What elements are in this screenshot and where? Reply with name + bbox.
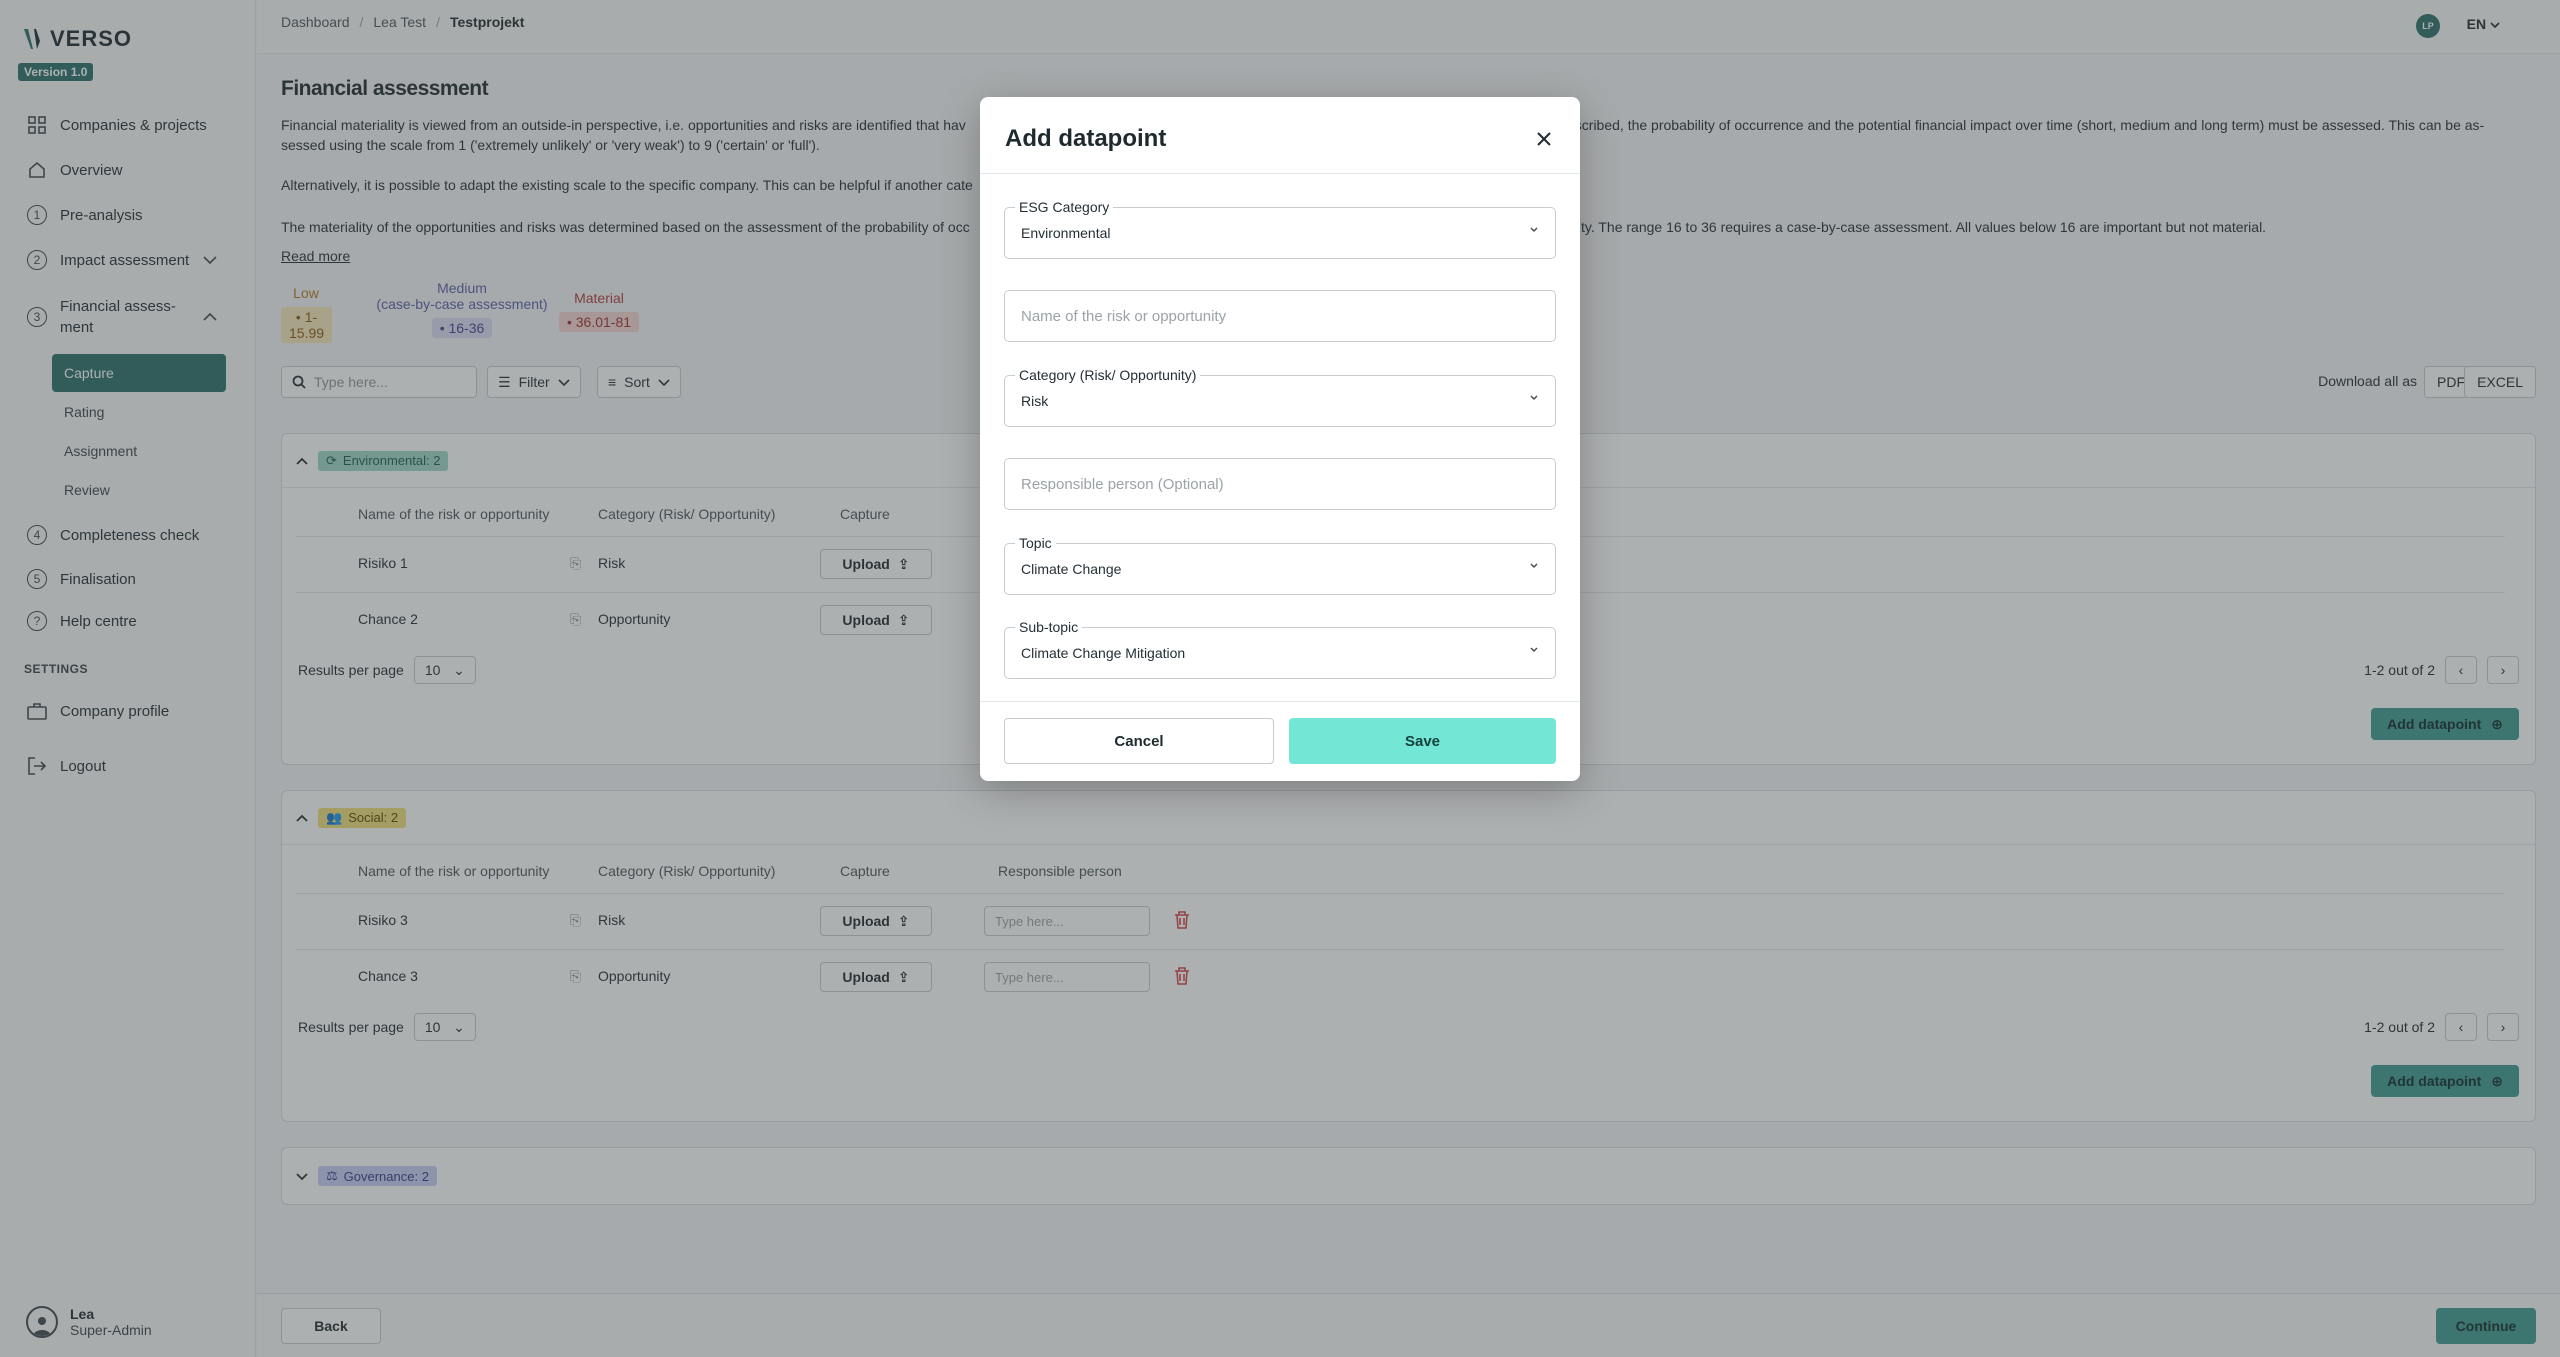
save-button[interactable]: Save (1289, 718, 1556, 764)
chevron-down-icon (1530, 395, 1538, 400)
chevron-down-icon (1530, 227, 1538, 232)
subtopic-select[interactable]: Sub-topic Climate Change Mitigation (1004, 619, 1556, 679)
chevron-down-icon (1530, 647, 1538, 652)
divider (980, 173, 1580, 174)
divider (980, 701, 1580, 702)
field-label: Sub-topic (1015, 619, 1083, 635)
field-value: Climate Change Mitigation (1021, 645, 1186, 661)
field-value: Climate Change (1021, 561, 1122, 577)
chevron-down-icon (1530, 563, 1538, 568)
category-select[interactable]: Category (Risk/ Opportunity) Risk (1004, 367, 1556, 427)
field-label: Category (Risk/ Opportunity) (1015, 367, 1201, 383)
close-icon[interactable] (1532, 127, 1556, 151)
add-datapoint-dialog: Add datapoint ESG Category Environmental… (980, 97, 1580, 781)
esg-category-select[interactable]: ESG Category Environmental (1004, 199, 1556, 259)
responsible-person-input[interactable]: Responsible person (Optional) (1004, 458, 1556, 510)
cancel-button[interactable]: Cancel (1004, 718, 1274, 764)
name-input[interactable]: Name of the risk or opportunity (1004, 290, 1556, 342)
field-value: Risk (1021, 393, 1049, 409)
field-placeholder: Name of the risk or opportunity (1021, 308, 1227, 325)
dialog-title: Add datapoint (1005, 125, 1167, 152)
field-label: ESG Category (1015, 199, 1114, 215)
field-label: Topic (1015, 535, 1056, 551)
field-value: Environmental (1021, 225, 1111, 241)
topic-select[interactable]: Topic Climate Change (1004, 535, 1556, 595)
field-placeholder: Responsible person (Optional) (1021, 476, 1224, 493)
